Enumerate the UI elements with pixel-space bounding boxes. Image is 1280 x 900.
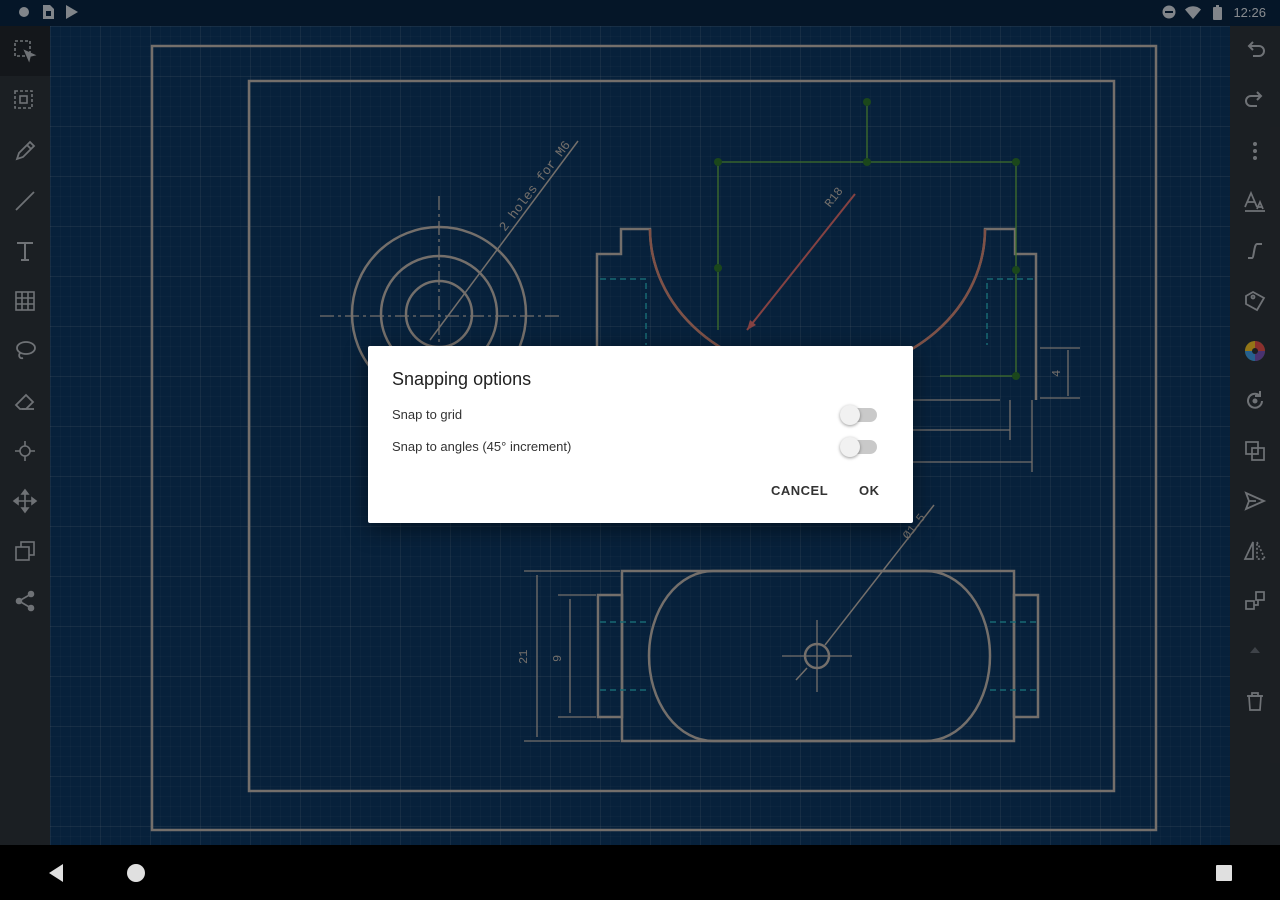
back-icon[interactable] (44, 861, 68, 885)
ok-button[interactable]: OK (859, 483, 880, 498)
snapping-options-dialog: Snapping options Snap to grid Snap to an… (368, 346, 913, 523)
home-icon[interactable] (124, 861, 148, 885)
recents-icon[interactable] (1212, 861, 1236, 885)
snap-to-grid-toggle[interactable] (840, 405, 877, 425)
snap-to-angles-row[interactable]: Snap to angles (45° increment) (392, 436, 889, 460)
dialog-title: Snapping options (392, 369, 532, 389)
snap-to-grid-row[interactable]: Snap to grid (392, 404, 889, 428)
navigation-bar (0, 845, 1280, 900)
snap-to-angles-label: Snap to angles (45° increment) (392, 439, 572, 454)
snap-to-grid-label: Snap to grid (392, 407, 463, 422)
snap-to-angles-toggle[interactable] (840, 437, 877, 457)
cancel-button[interactable]: CANCEL (771, 483, 828, 498)
